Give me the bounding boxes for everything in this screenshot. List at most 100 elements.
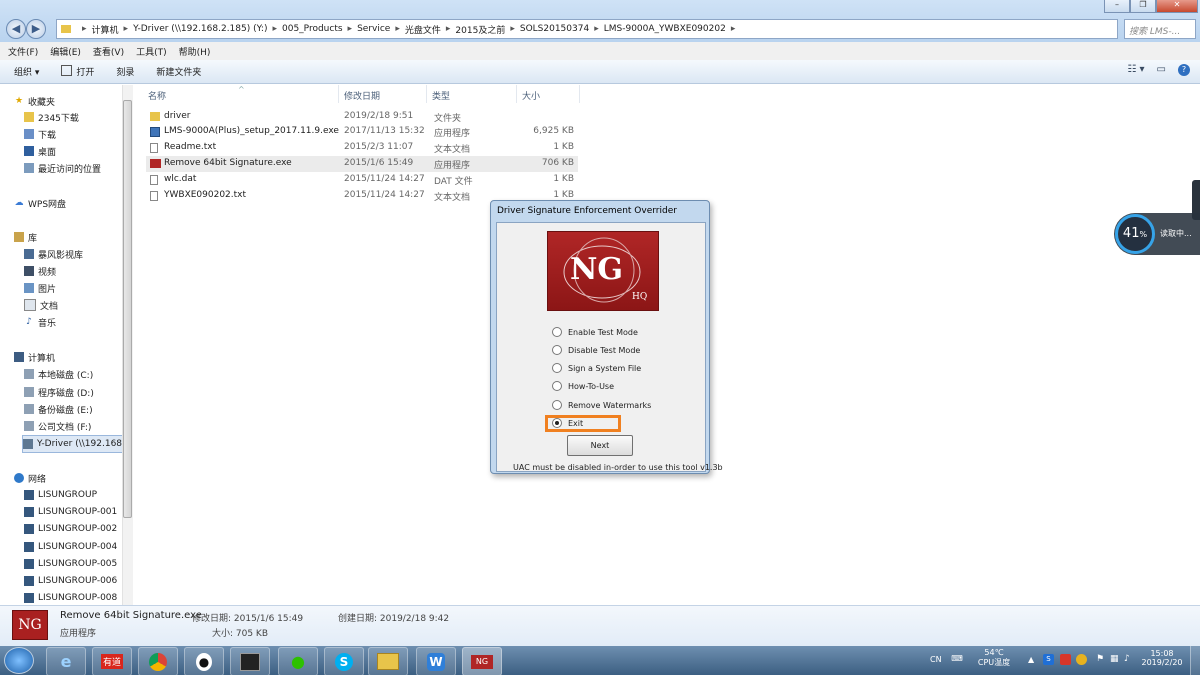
menu-file[interactable]: 文件(F) <box>8 45 38 58</box>
nav-desktop[interactable]: 桌面 <box>24 143 56 159</box>
nav-drive-c[interactable]: 本地磁盘 (C:) <box>24 366 93 382</box>
view-options-icon[interactable]: ☷ ▾ <box>1127 64 1144 76</box>
nav-network-host[interactable]: LISUNGROUP-004 <box>24 539 117 555</box>
breadcrumb-sols[interactable]: SOLS20150374 <box>520 24 589 34</box>
nav-scrollbar-thumb[interactable] <box>123 100 132 518</box>
radio-icon[interactable] <box>552 345 562 355</box>
flag-icon[interactable]: ⚑ <box>1096 654 1104 664</box>
option-sign-system-file[interactable]: Sign a System File <box>552 363 641 373</box>
file-row[interactable]: wlc.dat 2015/11/24 14:27 DAT 文件 1 KB <box>146 172 578 188</box>
nav-downloads[interactable]: 下载 <box>24 126 56 142</box>
nav-recent[interactable]: 最近访问的位置 <box>24 160 101 176</box>
option-enable-test-mode[interactable]: Enable Test Mode <box>552 327 638 337</box>
nav-network-host[interactable]: LISUNGROUP-006 <box>24 573 117 589</box>
file-size: 6,925 KB <box>533 126 574 136</box>
wechat-icon[interactable]: ● <box>278 647 318 676</box>
breadcrumb-computer[interactable]: 计算机 <box>92 23 119 36</box>
breadcrumb-2015[interactable]: 2015及之前 <box>455 23 505 36</box>
network-tray-icon[interactable]: ▦ <box>1110 654 1119 664</box>
breadcrumb-current[interactable]: LMS-9000A_YWBXE090202 <box>604 24 726 34</box>
column-name[interactable]: 名称 <box>148 89 166 102</box>
file-row[interactable]: Readme.txt 2015/2/3 11:07 文本文档 1 KB <box>146 140 578 156</box>
option-how-to-use[interactable]: How-To-Use <box>552 381 614 391</box>
clock[interactable]: 15:08 2019/2/20 <box>1140 649 1184 667</box>
open-button[interactable]: 打开 <box>61 65 94 78</box>
minimize-button[interactable]: – <box>1104 0 1130 13</box>
maximize-button[interactable]: ❐ <box>1130 0 1156 13</box>
nav-drive-y[interactable]: Y-Driver (\\192.168 <box>22 435 122 453</box>
tray-sogou-icon[interactable]: S <box>1043 654 1054 665</box>
start-button[interactable] <box>4 647 34 674</box>
file-row-selected[interactable]: Remove 64bit Signature.exe 2015/1/6 15:4… <box>146 156 578 172</box>
nav-network-host[interactable]: LISUNGROUP-005 <box>24 556 117 572</box>
chrome-icon[interactable] <box>138 647 178 676</box>
download-icon <box>24 129 34 139</box>
column-date[interactable]: 修改日期 <box>344 89 380 102</box>
nav-libraries[interactable]: 库 <box>14 229 37 245</box>
nav-network-host[interactable]: LISUNGROUP-008 <box>24 590 117 605</box>
tray-app2-icon[interactable] <box>1076 654 1087 665</box>
address-bar[interactable]: ▸ 计算机 ▸ Y-Driver (\\192.168.2.185) (Y:) ▸ … <box>56 19 1118 39</box>
radio-icon[interactable] <box>552 400 562 410</box>
column-type[interactable]: 类型 <box>432 89 450 102</box>
forward-button[interactable]: ▶ <box>26 19 46 39</box>
column-size[interactable]: 大小 <box>522 89 540 102</box>
text-file-icon <box>150 191 160 201</box>
youdao-icon[interactable]: 有道 <box>92 647 132 676</box>
nav-network[interactable]: 网络 <box>14 470 46 486</box>
qq-icon[interactable]: ● <box>184 647 224 676</box>
radio-icon[interactable] <box>552 363 562 373</box>
ng-taskbar-icon[interactable]: NG <box>462 647 502 676</box>
explorer-icon[interactable] <box>368 647 408 676</box>
menu-tools[interactable]: 工具(T) <box>136 45 167 58</box>
help-icon[interactable]: ? <box>1178 64 1190 76</box>
preview-pane-icon[interactable]: ▭ <box>1157 64 1166 76</box>
option-disable-test-mode[interactable]: Disable Test Mode <box>552 345 640 355</box>
menu-view[interactable]: 查看(V) <box>93 45 124 58</box>
nav-library-videos[interactable]: 视频 <box>24 263 56 279</box>
burn-button[interactable]: 刻录 <box>116 65 134 78</box>
close-button[interactable]: ✕ <box>1156 0 1198 13</box>
breadcrumb-disc-files[interactable]: 光盘文件 <box>405 23 441 36</box>
new-folder-button[interactable]: 新建文件夹 <box>156 65 201 78</box>
option-remove-watermarks[interactable]: Remove Watermarks <box>552 400 651 410</box>
nav-drive-f[interactable]: 公司文档 (F:) <box>24 418 91 434</box>
nav-drive-e[interactable]: 备份磁盘 (E:) <box>24 401 93 417</box>
nav-network-host[interactable]: LISUNGROUP <box>24 487 97 503</box>
nav-library-documents[interactable]: 文档 <box>24 297 58 313</box>
volume-icon[interactable]: ♪ <box>1124 654 1130 664</box>
breadcrumb-products[interactable]: 005_Products <box>282 24 343 34</box>
nav-library-music[interactable]: ♪ 音乐 <box>24 314 56 330</box>
nav-network-host[interactable]: LISUNGROUP-001 <box>24 504 117 520</box>
keyboard-icon[interactable]: ⌨ <box>950 654 964 666</box>
cpu-temp[interactable]: 54℃ CPU温度 <box>976 648 1012 668</box>
radio-icon[interactable] <box>552 327 562 337</box>
file-row[interactable]: LMS-9000A(Plus)_setup_2017.11.9.exe 2017… <box>146 124 578 140</box>
nav-2345-download[interactable]: 2345下载 <box>24 109 79 125</box>
menu-help[interactable]: 帮助(H) <box>179 45 211 58</box>
next-button[interactable]: Next <box>567 435 633 456</box>
nav-library-baofeng[interactable]: 暴风影视库 <box>24 246 83 262</box>
language-indicator[interactable]: CN <box>930 655 942 664</box>
show-desktop-button[interactable] <box>1190 646 1200 675</box>
nav-network-host[interactable]: LISUNGROUP-002 <box>24 521 117 537</box>
nav-favorites[interactable]: ★ 收藏夹 <box>14 93 55 109</box>
nav-library-pictures[interactable]: 图片 <box>24 280 56 296</box>
wps-icon[interactable]: W <box>416 647 456 676</box>
media-app-icon[interactable] <box>230 647 270 676</box>
skype-icon[interactable]: S <box>324 647 364 676</box>
file-row[interactable]: driver 2019/2/18 9:51 文件夹 <box>146 109 578 125</box>
tray-app-icon[interactable] <box>1060 654 1071 665</box>
nav-drive-d[interactable]: 程序磁盘 (D:) <box>24 384 94 400</box>
nav-computer[interactable]: 计算机 <box>14 349 55 365</box>
organize-button[interactable]: 组织 ▾ <box>14 65 39 78</box>
nav-wps-cloud[interactable]: ☁ WPS网盘 <box>14 195 67 211</box>
ie-icon[interactable]: e <box>46 647 86 676</box>
radio-icon[interactable] <box>552 381 562 391</box>
tray-expand-icon[interactable]: ▲ <box>1028 655 1034 664</box>
back-button[interactable]: ◀ <box>6 19 26 39</box>
breadcrumb-drive[interactable]: Y-Driver (\\192.168.2.185) (Y:) <box>133 24 267 34</box>
menu-edit[interactable]: 编辑(E) <box>50 45 81 58</box>
search-input[interactable]: 搜索 LMS-... <box>1124 19 1196 39</box>
breadcrumb-service[interactable]: Service <box>357 24 390 34</box>
